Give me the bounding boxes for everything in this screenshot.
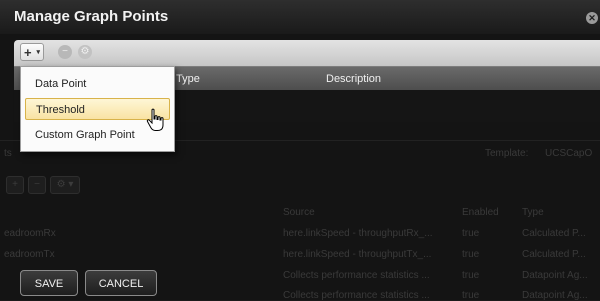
dialog-title: Manage Graph Points: [14, 8, 169, 25]
gear-icon[interactable]: ⚙: [78, 45, 92, 59]
background-row-source: here.linkSpeed - throughputTx_...: [283, 249, 432, 260]
add-menu-button[interactable]: + ▾: [20, 43, 44, 61]
background-row-source: Collects performance statistics ...: [283, 290, 430, 301]
menu-item-data-point[interactable]: Data Point: [25, 73, 170, 95]
background-row-source: here.linkSpeed - throughputRx_...: [283, 228, 433, 239]
background-row-enabled: true: [462, 249, 480, 260]
background-left-label: ts: [4, 148, 12, 159]
background-template-label: Template:: [485, 148, 529, 159]
background-toolbar: + − ⚙ ▾: [6, 176, 80, 194]
column-header-type[interactable]: Type: [176, 73, 200, 85]
chevron-down-icon: ▾: [36, 49, 40, 56]
plus-icon: +: [24, 45, 32, 60]
background-row-type: Datapoint Ag...: [522, 290, 588, 301]
background-template-value: UCSCapO: [545, 148, 593, 159]
background-row-name: eadroomRx: [4, 228, 56, 239]
dialog-title-bar: Manage Graph Points ✕: [0, 0, 600, 34]
background-row-enabled: true: [462, 270, 480, 281]
background-header-type: Type: [522, 207, 544, 218]
background-row-type: Calculated P...: [522, 249, 586, 260]
close-icon[interactable]: ✕: [586, 12, 598, 24]
background-row-name: eadroomTx: [4, 249, 55, 260]
delete-icon[interactable]: −: [58, 45, 72, 59]
background-gear-icon: ⚙ ▾: [50, 176, 80, 194]
background-header-source: Source: [283, 207, 315, 218]
hand-cursor-icon: [146, 108, 164, 131]
background-row-type: Calculated P...: [522, 228, 586, 239]
column-header-description[interactable]: Description: [326, 73, 381, 85]
background-delete-icon: −: [28, 176, 46, 194]
background-row-source: Collects performance statistics ...: [283, 270, 430, 281]
background-header-enabled: Enabled: [462, 207, 499, 218]
background-row-enabled: true: [462, 290, 480, 301]
background-row-enabled: true: [462, 228, 480, 239]
graph-points-toolbar: + ▾ − ⚙: [14, 40, 600, 66]
background-add-icon: +: [6, 176, 24, 194]
cancel-button[interactable]: CANCEL: [85, 270, 157, 296]
background-row-type: Datapoint Ag...: [522, 270, 588, 281]
save-button[interactable]: SAVE: [20, 270, 78, 296]
